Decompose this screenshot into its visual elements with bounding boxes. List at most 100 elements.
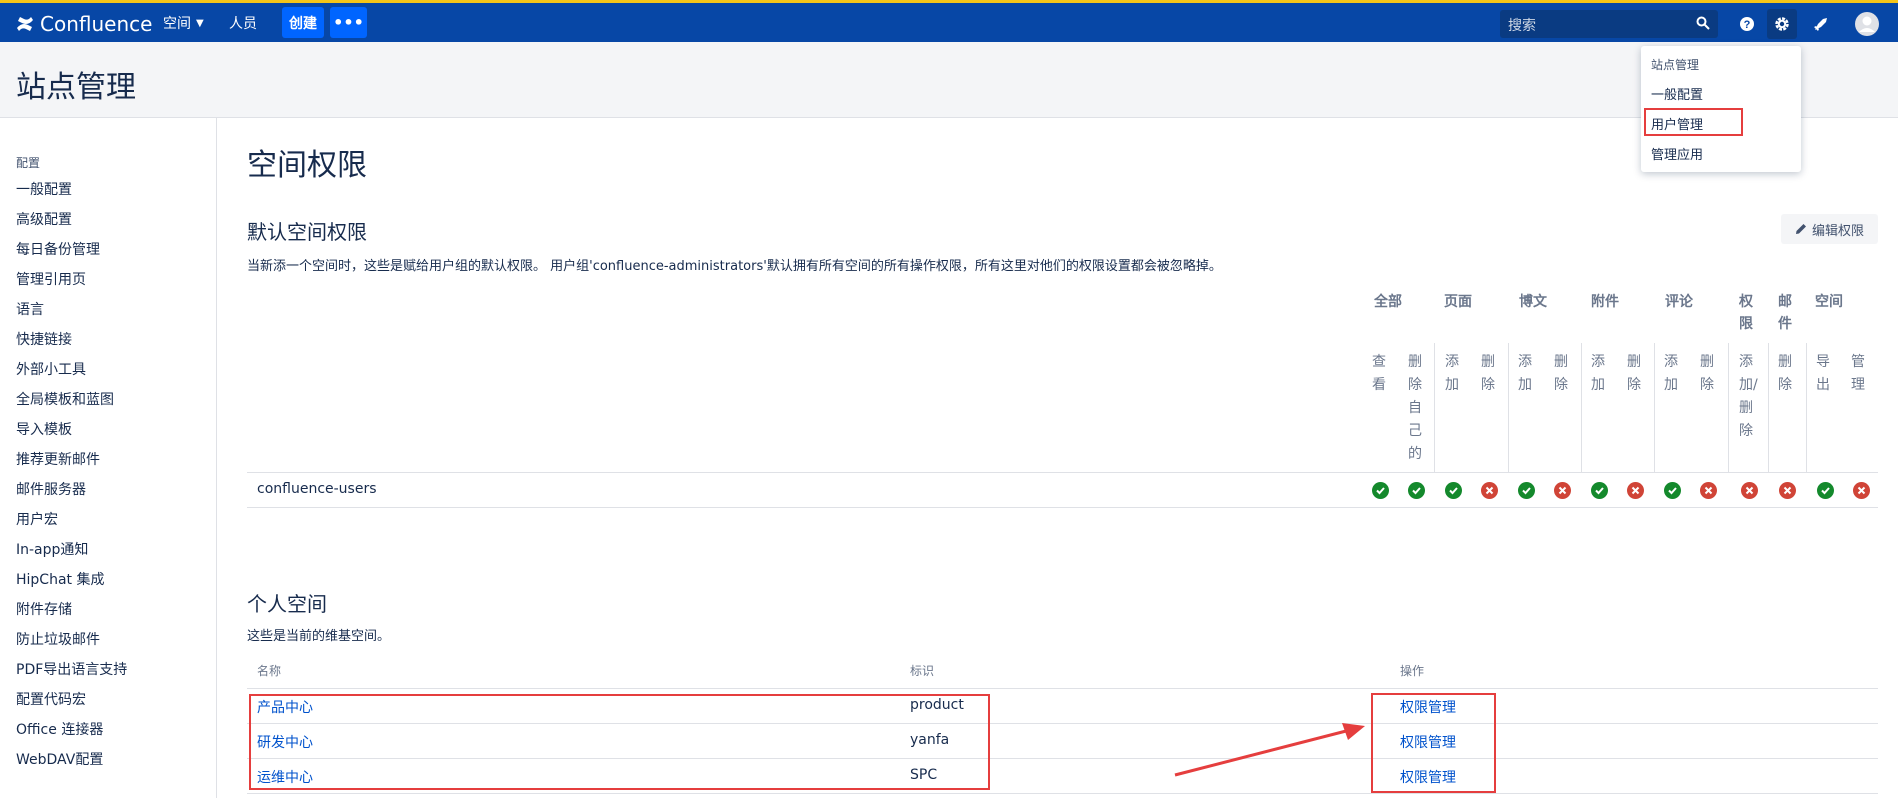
sidebar-item[interactable]: 附件存储 bbox=[16, 599, 72, 619]
permission-denied-icon bbox=[1627, 482, 1644, 499]
edit-permissions-button[interactable]: 编辑权限 bbox=[1781, 214, 1878, 244]
permission-denied-icon bbox=[1779, 482, 1796, 499]
sidebar-item[interactable]: 配置代码宏 bbox=[16, 689, 86, 709]
chevron-down-icon: ▼ bbox=[196, 17, 204, 29]
sub-header: 查看 bbox=[1372, 354, 1386, 393]
pencil-icon bbox=[1795, 224, 1806, 234]
group-header-comments: 评论 bbox=[1665, 294, 1693, 310]
column-divider bbox=[1768, 343, 1769, 472]
sub-header: 管理 bbox=[1851, 354, 1865, 393]
table-divider bbox=[247, 688, 1878, 689]
people-label: 人员 bbox=[229, 16, 257, 32]
top-navigation-bar: Confluence 空间 ▼ 人员 创建 ••• 搜索 ? bbox=[0, 0, 1898, 42]
edit-permissions-label: 编辑权限 bbox=[1811, 223, 1864, 239]
sidebar-item[interactable]: 管理引用页 bbox=[16, 269, 86, 289]
group-header-blogs: 博文 bbox=[1519, 294, 1547, 310]
more-create-button[interactable]: ••• bbox=[330, 7, 367, 38]
sub-header: 添加 bbox=[1518, 354, 1532, 393]
column-divider bbox=[1654, 343, 1655, 472]
group-header-pages: 页面 bbox=[1444, 294, 1472, 310]
people-link[interactable]: 人员 bbox=[229, 13, 257, 33]
sidebar-item[interactable]: 外部小工具 bbox=[16, 359, 86, 379]
sub-header: 添加/删除 bbox=[1739, 354, 1758, 439]
table-divider bbox=[247, 793, 1878, 794]
permission-denied-icon bbox=[1700, 482, 1717, 499]
annotation-arrow bbox=[1174, 723, 1365, 777]
main-title: 空间权限 bbox=[247, 148, 367, 183]
permission-granted-icon bbox=[1817, 482, 1834, 499]
annotation-box-spaces bbox=[249, 694, 990, 790]
search-icon bbox=[1696, 16, 1710, 30]
sidebar-item[interactable]: WebDAV配置 bbox=[16, 749, 103, 769]
sidebar-item[interactable]: 导入模板 bbox=[16, 419, 72, 439]
sub-header: 添加 bbox=[1445, 354, 1459, 393]
permission-granted-icon bbox=[1664, 482, 1681, 499]
notifications-icon[interactable] bbox=[1806, 9, 1836, 39]
column-header-action: 操作 bbox=[1400, 664, 1425, 678]
group-header-space: 空间 bbox=[1815, 294, 1843, 310]
search-placeholder: 搜索 bbox=[1508, 18, 1536, 34]
default-permissions-title: 默认空间权限 bbox=[247, 220, 367, 244]
settings-dropdown: 站点管理 一般配置 用户管理 管理应用 bbox=[1641, 46, 1801, 172]
sidebar-item[interactable]: 语言 bbox=[16, 299, 44, 319]
sidebar-item[interactable]: 推荐更新邮件 bbox=[16, 449, 100, 469]
sidebar-item[interactable]: 每日备份管理 bbox=[16, 239, 100, 259]
help-icon[interactable]: ? bbox=[1732, 9, 1762, 39]
group-header-attachments: 附件 bbox=[1591, 294, 1619, 310]
personal-spaces-description: 这些是当前的维基空间。 bbox=[247, 629, 391, 644]
sub-header: 删除 bbox=[1627, 354, 1641, 393]
sidebar-item[interactable]: 高级配置 bbox=[16, 209, 72, 229]
column-divider bbox=[1581, 343, 1582, 472]
group-header-restrictions: 权限 bbox=[1739, 294, 1753, 332]
create-button[interactable]: 创建 bbox=[282, 7, 324, 38]
page-header: 站点管理 bbox=[0, 42, 1898, 118]
spaces-menu[interactable]: 空间 ▼ bbox=[163, 13, 204, 33]
sub-header: 删除 bbox=[1700, 354, 1714, 393]
permission-granted-icon bbox=[1445, 482, 1462, 499]
permission-denied-icon bbox=[1554, 482, 1571, 499]
sidebar-item[interactable]: HipChat 集成 bbox=[16, 569, 104, 589]
sidebar-item[interactable]: 全局模板和蓝图 bbox=[16, 389, 114, 409]
permission-granted-icon bbox=[1408, 482, 1425, 499]
sidebar-item[interactable]: 快捷链接 bbox=[16, 329, 72, 349]
sidebar-item[interactable]: 邮件服务器 bbox=[16, 479, 86, 499]
permission-granted-icon bbox=[1518, 482, 1535, 499]
sub-header: 导出 bbox=[1816, 354, 1830, 393]
group-name-cell: confluence-users bbox=[257, 481, 377, 497]
sidebar-item[interactable]: 用户宏 bbox=[16, 509, 58, 529]
sidebar-item[interactable]: In-app通知 bbox=[16, 539, 88, 559]
permission-denied-icon bbox=[1741, 482, 1758, 499]
dropdown-item-manage-apps[interactable]: 管理应用 bbox=[1651, 144, 1703, 163]
permission-denied-icon bbox=[1853, 482, 1870, 499]
annotation-box-actions bbox=[1371, 693, 1496, 793]
avatar-icon[interactable] bbox=[1852, 9, 1882, 39]
permission-granted-icon bbox=[1591, 482, 1608, 499]
default-permissions-description: 当新添一个空间时，这些是赋给用户组的默认权限。 用户组'confluence-a… bbox=[247, 259, 1222, 274]
confluence-logo[interactable]: Confluence bbox=[16, 11, 152, 37]
svg-text:?: ? bbox=[1744, 19, 1751, 31]
group-header-all: 全部 bbox=[1374, 294, 1402, 310]
sub-header: 删除自己的 bbox=[1408, 354, 1422, 462]
dropdown-item-general-config[interactable]: 一般配置 bbox=[1651, 84, 1703, 103]
sidebar-item[interactable]: 一般配置 bbox=[16, 179, 72, 199]
personal-spaces-title: 个人空间 bbox=[247, 592, 327, 616]
sidebar-item[interactable]: PDF导出语言支持 bbox=[16, 659, 127, 679]
column-divider bbox=[1434, 343, 1435, 472]
settings-icon[interactable] bbox=[1767, 9, 1797, 39]
permission-granted-icon bbox=[1372, 482, 1389, 499]
sidebar-item[interactable]: Office 连接器 bbox=[16, 719, 103, 739]
permission-denied-icon bbox=[1481, 482, 1498, 499]
logo-text: Confluence bbox=[40, 12, 153, 36]
sidebar-item[interactable]: 防止垃圾邮件 bbox=[16, 629, 100, 649]
confluence-logo-icon bbox=[17, 17, 33, 31]
sub-header: 删除 bbox=[1481, 354, 1495, 393]
column-divider bbox=[1806, 343, 1807, 472]
sub-header: 删除 bbox=[1778, 354, 1792, 393]
sub-header: 添加 bbox=[1591, 354, 1605, 393]
column-divider bbox=[1728, 343, 1729, 472]
search-input[interactable]: 搜索 bbox=[1500, 10, 1718, 38]
annotation-highlight-box bbox=[1644, 108, 1743, 136]
sub-header: 删除 bbox=[1554, 354, 1568, 393]
table-divider bbox=[247, 507, 1878, 508]
table-divider bbox=[247, 472, 1878, 473]
